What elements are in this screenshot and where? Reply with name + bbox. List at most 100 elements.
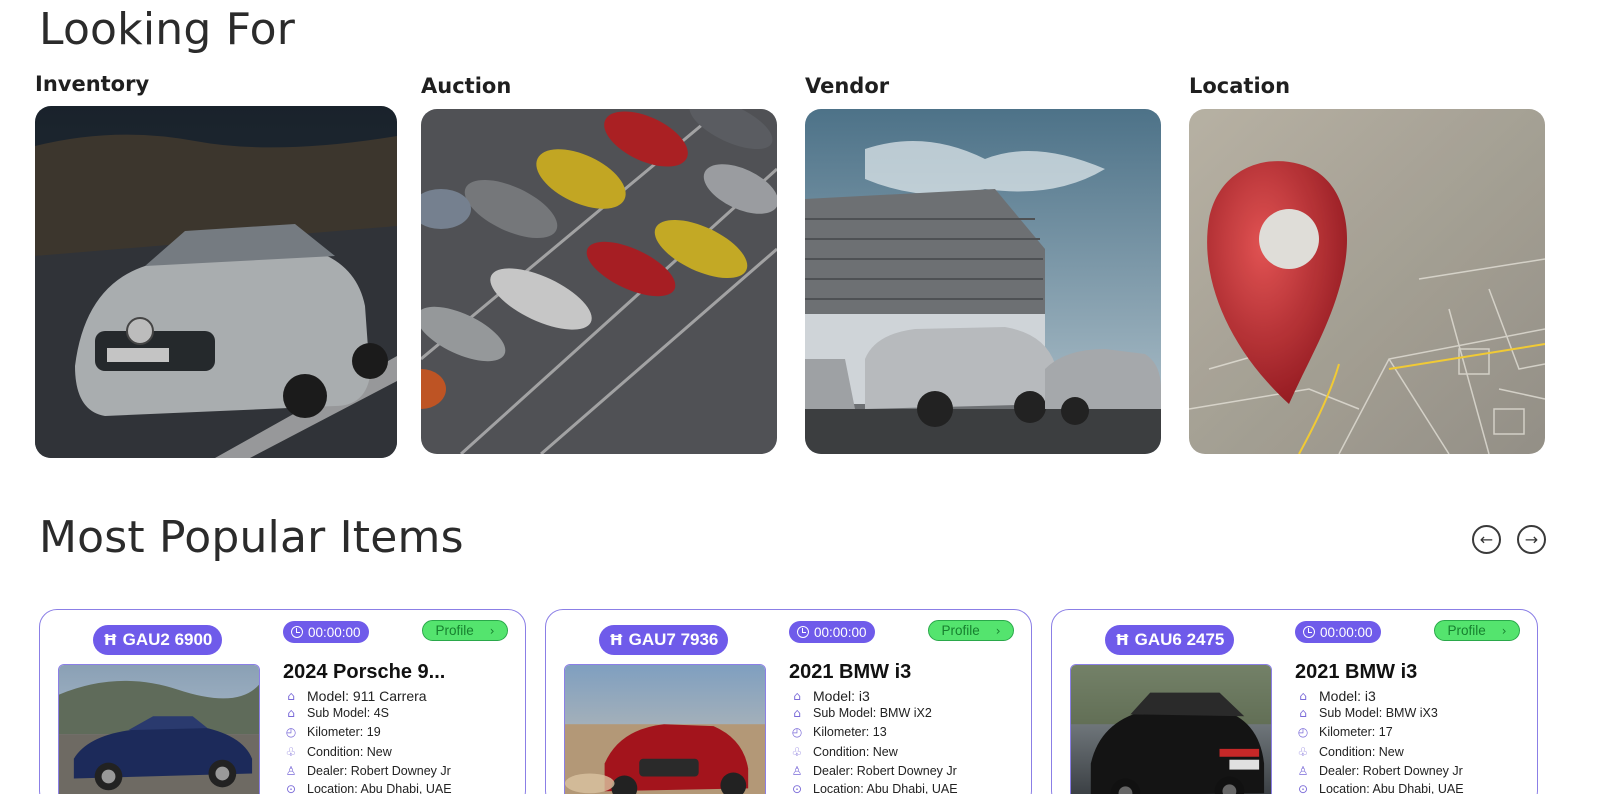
inventory-image[interactable] — [35, 106, 397, 458]
profile-button[interactable]: Profile › — [1434, 620, 1520, 641]
broom-icon: ♧ — [1297, 745, 1309, 759]
spec-value: Kilometer: 19 — [307, 725, 381, 739]
category-label: Vendor — [805, 74, 890, 98]
spec-value: Kilometer: 13 — [813, 725, 887, 739]
auction-image[interactable] — [421, 109, 777, 454]
spec-value: Location: Abu Dhabi, UAE — [813, 782, 958, 794]
plate-badge: Ħ GAU7 7936 — [599, 625, 729, 655]
map-pin-icon: ⊙ — [791, 782, 803, 794]
spec-value: Condition: New — [813, 745, 898, 759]
plate-badge: Ħ GAU2 6900 — [93, 625, 223, 655]
profile-label: Profile — [941, 623, 980, 638]
spec-value: Model: 911 Carrera — [307, 688, 427, 704]
profile-button[interactable]: Profile › — [928, 620, 1014, 641]
spec-location: ⊙ Location: Abu Dhabi, UAE — [283, 781, 452, 794]
speedometer-icon: ◴ — [1297, 725, 1309, 739]
broom-icon: ♧ — [285, 745, 297, 759]
speedometer-icon: ◴ — [285, 725, 297, 739]
user-icon: ♙ — [285, 764, 297, 778]
carousel-prev-button[interactable]: ← — [1472, 525, 1501, 554]
plate-number: GAU2 6900 — [122, 630, 213, 649]
chevron-right-icon: › — [995, 623, 1001, 638]
profile-button[interactable]: Profile › — [422, 620, 508, 641]
speedometer-icon: ◴ — [791, 725, 803, 739]
spec-value: Model: i3 — [1319, 688, 1376, 704]
car-photo[interactable] — [1070, 664, 1272, 794]
spec-condition: ♧ Condition: New — [789, 744, 898, 760]
spec-value: Location: Abu Dhabi, UAE — [307, 782, 452, 794]
spec-value: Condition: New — [307, 745, 392, 759]
chevron-right-icon: › — [1501, 623, 1507, 638]
arrow-left-circle-icon: ← — [1479, 529, 1494, 549]
auction-timer: 00:00:00 — [789, 621, 875, 643]
spec-value: Model: i3 — [813, 688, 870, 704]
location-image[interactable] — [1189, 109, 1545, 454]
timer-value: 00:00:00 — [814, 624, 867, 640]
spec-model: ⌂ Model: i3 — [1295, 688, 1376, 704]
arrow-right-circle-icon: → — [1524, 529, 1539, 549]
clock-icon — [1303, 626, 1315, 638]
spec-value: Dealer: Robert Downey Jr — [307, 764, 451, 778]
looking-for-title: Looking For — [39, 4, 296, 55]
item-card[interactable]: Ħ GAU2 6900 00:00:00 Profile › 2024 Pors… — [39, 609, 526, 794]
auction-timer: 00:00:00 — [1295, 621, 1381, 643]
clock-icon — [797, 626, 809, 638]
map-pin-icon: ⊙ — [1297, 782, 1309, 794]
spec-kilometer: ◴ Kilometer: 13 — [789, 724, 887, 740]
car-icon: ⌂ — [793, 689, 801, 703]
spec-condition: ♧ Condition: New — [1295, 744, 1404, 760]
vendor-image[interactable] — [805, 109, 1161, 454]
spec-dealer: ♙ Dealer: Robert Downey Jr — [1295, 763, 1463, 779]
spec-value: Sub Model: 4S — [307, 706, 389, 720]
spec-model: ⌂ Model: i3 — [789, 688, 870, 704]
spec-value: Sub Model: BMW iX3 — [1319, 706, 1438, 720]
spec-value: Sub Model: BMW iX2 — [813, 706, 932, 720]
car-title[interactable]: 2024 Porsche 9... — [283, 661, 445, 684]
broom-icon: ♧ — [791, 745, 803, 759]
plate-badge: Ħ GAU6 2475 — [1105, 625, 1235, 655]
spec-kilometer: ◴ Kilometer: 17 — [1295, 724, 1393, 740]
profile-label: Profile — [435, 623, 474, 638]
spec-value: Dealer: Robert Downey Jr — [813, 764, 957, 778]
spec-dealer: ♙ Dealer: Robert Downey Jr — [283, 763, 451, 779]
category-label: Auction — [421, 74, 512, 98]
spec-model: ⌂ Model: 911 Carrera — [283, 688, 427, 704]
car-icon: ⌂ — [287, 706, 295, 720]
spec-value: Dealer: Robert Downey Jr — [1319, 764, 1463, 778]
clock-icon — [291, 626, 303, 638]
car-icon: ⌂ — [1299, 706, 1307, 720]
carousel-next-button[interactable]: → — [1517, 525, 1546, 554]
popular-items-title: Most Popular Items — [39, 512, 464, 563]
category-label: Location — [1189, 74, 1291, 98]
chevron-right-icon: › — [489, 623, 495, 638]
spec-sub-model: ⌂ Sub Model: 4S — [283, 705, 389, 721]
user-icon: ♙ — [791, 764, 803, 778]
item-card[interactable]: Ħ GAU6 2475 00:00:00 Profile › 2021 BMW … — [1051, 609, 1538, 794]
spec-sub-model: ⌂ Sub Model: BMW iX3 — [1295, 705, 1438, 721]
user-icon: ♙ — [1297, 764, 1309, 778]
category-label: Inventory — [35, 72, 150, 96]
profile-label: Profile — [1447, 623, 1486, 638]
spec-kilometer: ◴ Kilometer: 19 — [283, 724, 381, 740]
plate-number: GAU6 2475 — [1134, 630, 1225, 649]
spec-location: ⊙ Location: Abu Dhabi, UAE — [789, 781, 958, 794]
car-icon: ⌂ — [793, 706, 801, 720]
spec-value: Condition: New — [1319, 745, 1404, 759]
spec-value: Location: Abu Dhabi, UAE — [1319, 782, 1464, 794]
auction-timer: 00:00:00 — [283, 621, 369, 643]
car-photo[interactable] — [58, 664, 260, 794]
plate-icon: Ħ — [1115, 631, 1130, 649]
map-pin-icon: ⊙ — [285, 782, 297, 794]
plate-number: GAU7 7936 — [628, 630, 719, 649]
car-title[interactable]: 2021 BMW i3 — [789, 661, 911, 684]
spec-location: ⊙ Location: Abu Dhabi, UAE — [1295, 781, 1464, 794]
car-icon: ⌂ — [1299, 689, 1307, 703]
item-card[interactable]: Ħ GAU7 7936 00:00:00 Profile › 2021 BMW … — [545, 609, 1032, 794]
spec-value: Kilometer: 17 — [1319, 725, 1393, 739]
car-title[interactable]: 2021 BMW i3 — [1295, 661, 1417, 684]
timer-value: 00:00:00 — [308, 624, 361, 640]
car-photo[interactable] — [564, 664, 766, 794]
spec-sub-model: ⌂ Sub Model: BMW iX2 — [789, 705, 932, 721]
car-icon: ⌂ — [287, 689, 295, 703]
plate-icon: Ħ — [103, 631, 118, 649]
